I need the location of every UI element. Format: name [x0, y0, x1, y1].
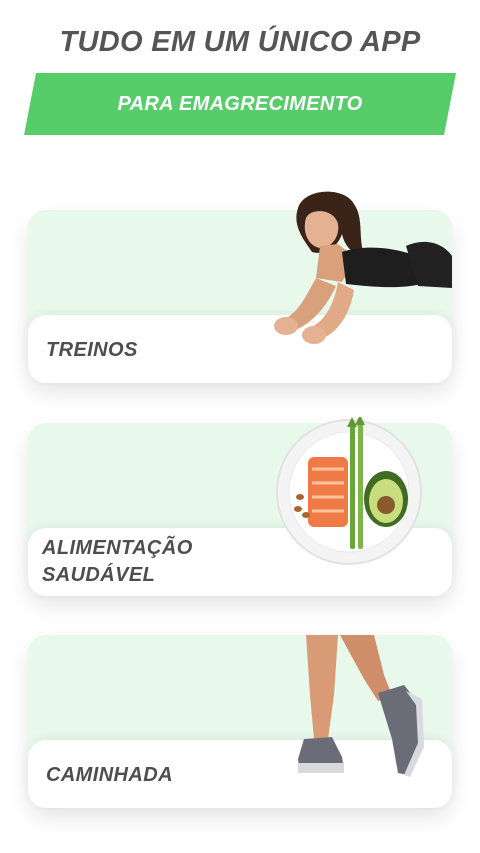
- category-card-treinos[interactable]: TREINOS: [28, 191, 452, 383]
- subtitle-banner-label: PARA EMAGRECIMENTO: [117, 92, 363, 115]
- card-label-treinos: TREINOS: [46, 337, 138, 364]
- card-label-line: TREINOS: [46, 339, 138, 361]
- page-title: TUDO EM UM ÚNICO APP: [59, 26, 421, 58]
- category-card-caminhada[interactable]: CAMINHADA: [28, 635, 452, 808]
- card-label-alimentacao: ALIMENTAÇÃO SAUDÁVEL: [42, 535, 193, 589]
- category-card-alimentacao-saudavel[interactable]: ALIMENTAÇÃO SAUDÁVEL: [28, 417, 452, 596]
- walking-legs-illustration: [298, 635, 424, 777]
- card-label-line: SAUDÁVEL: [42, 564, 156, 586]
- card-label-line: ALIMENTAÇÃO: [42, 537, 193, 559]
- woman-plank-illustration: [274, 191, 452, 344]
- subtitle-banner: PARA EMAGRECIMENTO: [24, 73, 456, 135]
- card-label-line: CAMINHADA: [46, 764, 173, 786]
- card-label-caminhada: CAMINHADA: [46, 762, 173, 789]
- healthy-plate-illustration: [276, 417, 422, 565]
